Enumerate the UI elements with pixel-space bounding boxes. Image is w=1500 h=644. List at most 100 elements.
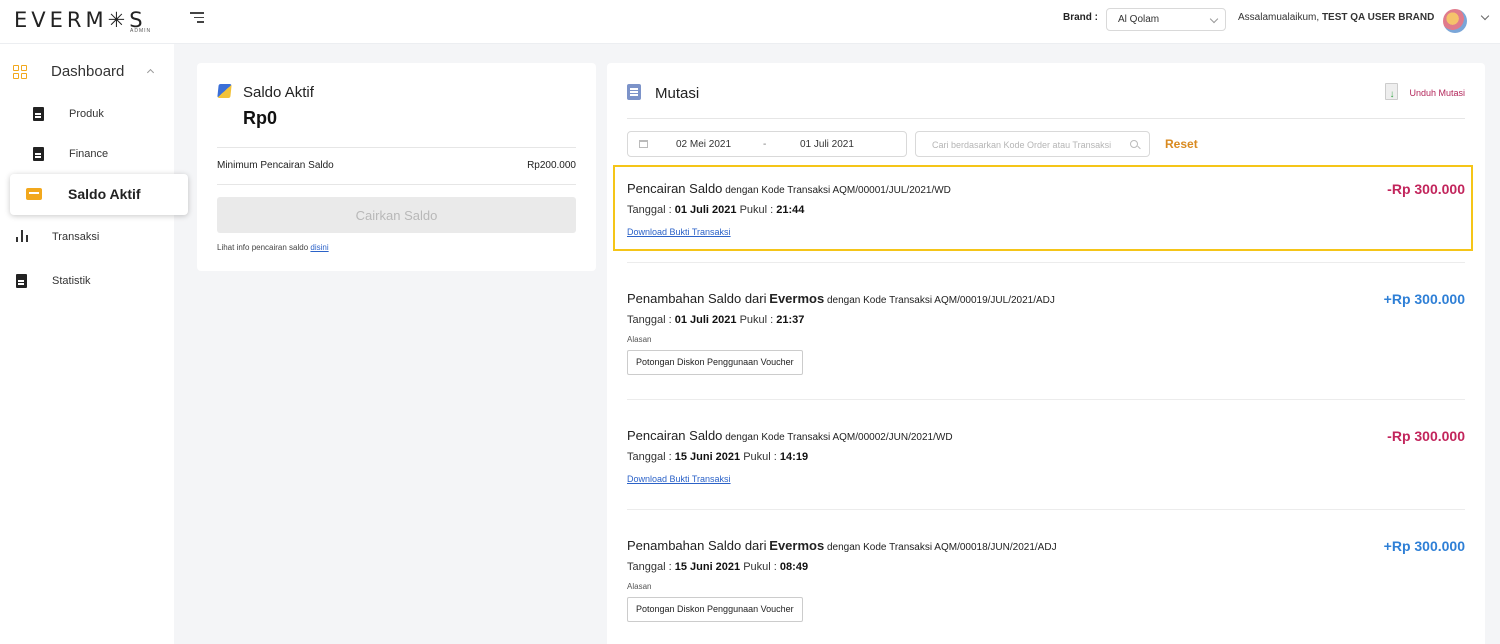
entry-title-rest: dengan Kode Transaksi AQM/00002/JUN/2021… [725, 432, 953, 443]
entry-date: Tanggal : 15 Juni 2021 Pukul : 14:19 [627, 451, 808, 463]
reason-tag: Potongan Diskon Penggunaan Voucher [627, 350, 803, 375]
search-box [915, 131, 1150, 157]
divider [627, 118, 1465, 119]
date-label: Tanggal : [627, 204, 672, 216]
entry-title-rest: dengan Kode Transaksi AQM/00018/JUN/2021… [826, 542, 1057, 553]
mutasi-entry: Pencairan Saldo dengan Kode Transaksi AQ… [627, 181, 1465, 241]
document-icon [33, 107, 44, 121]
cairkan-saldo-button[interactable]: Cairkan Saldo [217, 197, 576, 233]
top-bar: EVERM✳S ADMIN Brand : Al Qolam Assalamua… [0, 0, 1500, 44]
download-bukti-link[interactable]: Download Bukti Transaksi [627, 474, 731, 484]
divider [217, 184, 576, 185]
sidebar: Dashboard Produk Finance Saldo Aktif Tra… [0, 44, 188, 644]
date-value: 15 Juni 2021 [674, 451, 741, 463]
min-withdraw-label: Minimum Pencairan Saldo [217, 160, 334, 171]
entry-title: Penambahan Saldo dari Evermos dengan Kod… [627, 291, 1055, 306]
unduh-mutasi-label: Unduh Mutasi [1409, 88, 1465, 98]
logo-text: EVERM✳S [14, 8, 147, 32]
search-icon[interactable] [1130, 140, 1138, 148]
card-icon [26, 188, 42, 200]
date-label: Tanggal : [627, 561, 672, 573]
time-label: Pukul : [743, 451, 777, 463]
entry-title-rest: dengan Kode Transaksi AQM/00001/JUL/2021… [725, 185, 951, 196]
saldo-aktif-card: Saldo Aktif Rp0 Minimum Pencairan Saldo … [197, 63, 596, 271]
entry-date: Tanggal : 01 Juli 2021 Pukul : 21:44 [627, 204, 804, 216]
date-value: 01 Juli 2021 [674, 204, 737, 216]
brand-select[interactable]: Al Qolam [1106, 8, 1226, 31]
mutasi-entry: Pencairan Saldo dengan Kode Transaksi AQ… [627, 428, 1465, 488]
sidebar-item-saldo-aktif[interactable]: Saldo Aktif [10, 174, 188, 215]
entry-title: Pencairan Saldo dengan Kode Transaksi AQ… [627, 181, 951, 196]
dashboard-grid-icon [13, 65, 27, 79]
time-value: 21:44 [776, 204, 805, 216]
date-value: 01 Juli 2021 [674, 314, 737, 326]
mutasi-card: Mutasi Unduh Mutasi 02 Mei 2021 - 01 Jul… [607, 63, 1485, 644]
date-label: Tanggal : [627, 451, 672, 463]
min-withdraw-value: Rp200.000 [527, 160, 576, 171]
date-separator: - [763, 139, 767, 150]
entry-date: Tanggal : 15 Juni 2021 Pukul : 08:49 [627, 561, 808, 573]
entry-title-main: Pencairan Saldo [627, 181, 723, 196]
greeting-prefix: Assalamualaikum, [1238, 12, 1320, 23]
reset-button[interactable]: Reset [1165, 137, 1198, 151]
entry-title-main: Pencairan Saldo [627, 428, 723, 443]
entry-title-main: Penambahan Saldo dari [627, 291, 767, 306]
unduh-mutasi-button[interactable]: Unduh Mutasi [1385, 83, 1465, 103]
greeting-user: TEST QA USER BRAND [1321, 12, 1435, 23]
time-value: 14:19 [779, 451, 809, 463]
mutasi-entry: Penambahan Saldo dari Evermos dengan Kod… [627, 538, 1465, 628]
date-label: Tanggal : [627, 314, 672, 326]
divider [217, 147, 576, 148]
divider [627, 509, 1465, 510]
bar-chart-icon [16, 230, 30, 242]
avatar[interactable] [1443, 9, 1467, 33]
divider [627, 399, 1465, 400]
time-value: 21:37 [776, 314, 805, 326]
download-bukti-link[interactable]: Download Bukti Transaksi [627, 227, 731, 237]
sidebar-item-label: Dashboard [51, 63, 125, 80]
entry-title-main: Penambahan Saldo dari [627, 538, 767, 553]
entry-title: Penambahan Saldo dari Evermos dengan Kod… [627, 538, 1057, 553]
reason-label: Alasan [627, 335, 652, 344]
sidebar-item-finance[interactable]: Finance [0, 139, 174, 169]
sidebar-item-produk[interactable]: Produk [0, 99, 174, 129]
entry-amount: -Rp 300.000 [1387, 181, 1465, 197]
withdraw-info-link[interactable]: disini [310, 243, 328, 252]
date-value: 15 Juni 2021 [674, 561, 741, 573]
sidebar-item-label: Saldo Aktif [68, 186, 141, 202]
evermos-logo[interactable]: EVERM✳S [14, 8, 147, 32]
search-input[interactable] [932, 137, 1122, 152]
entry-title-rest: dengan Kode Transaksi AQM/00019/JUL/2021… [826, 295, 1055, 306]
withdraw-info: Lihat info pencairan saldo disini [217, 243, 329, 252]
time-label: Pukul : [739, 314, 774, 326]
sidebar-item-statistik[interactable]: Statistik [0, 266, 174, 296]
notes-icon [627, 84, 641, 100]
sidebar-item-label: Statistik [52, 275, 91, 287]
time-label: Pukul : [739, 204, 774, 216]
greeting: Assalamualaikum, TEST QA USER BRAND [1238, 12, 1434, 23]
sidebar-item-dashboard[interactable]: Dashboard [13, 62, 163, 86]
chevron-down-icon [1209, 14, 1219, 24]
entry-date: Tanggal : 01 Juli 2021 Pukul : 21:37 [627, 314, 804, 326]
menu-toggle-icon[interactable] [190, 12, 204, 26]
sidebar-item-label: Finance [69, 148, 109, 160]
entry-title-bold: Evermos [769, 538, 825, 553]
reason-tag: Potongan Diskon Penggunaan Voucher [627, 597, 803, 622]
mutasi-title: Mutasi [655, 85, 700, 102]
withdraw-info-text: Lihat info pencairan saldo [217, 243, 309, 252]
saldo-title: Saldo Aktif [243, 84, 314, 101]
document-icon [16, 274, 27, 288]
entry-title-bold: Evermos [769, 291, 825, 306]
user-menu-chevron-icon[interactable] [1480, 11, 1490, 21]
reason-label: Alasan [627, 582, 652, 591]
divider [627, 262, 1465, 263]
mutasi-entry: Penambahan Saldo dari Evermos dengan Kod… [627, 291, 1465, 381]
sidebar-item-label: Produk [69, 108, 104, 120]
date-range-picker[interactable]: 02 Mei 2021 - 01 Juli 2021 [627, 131, 907, 157]
entry-amount: +Rp 300.000 [1383, 538, 1465, 554]
sidebar-item-transaksi[interactable]: Transaksi [0, 222, 174, 252]
entry-title: Pencairan Saldo dengan Kode Transaksi AQ… [627, 428, 953, 443]
date-end: 01 Juli 2021 [800, 139, 854, 150]
document-icon [33, 147, 44, 161]
brand-label: Brand : [1063, 12, 1098, 23]
